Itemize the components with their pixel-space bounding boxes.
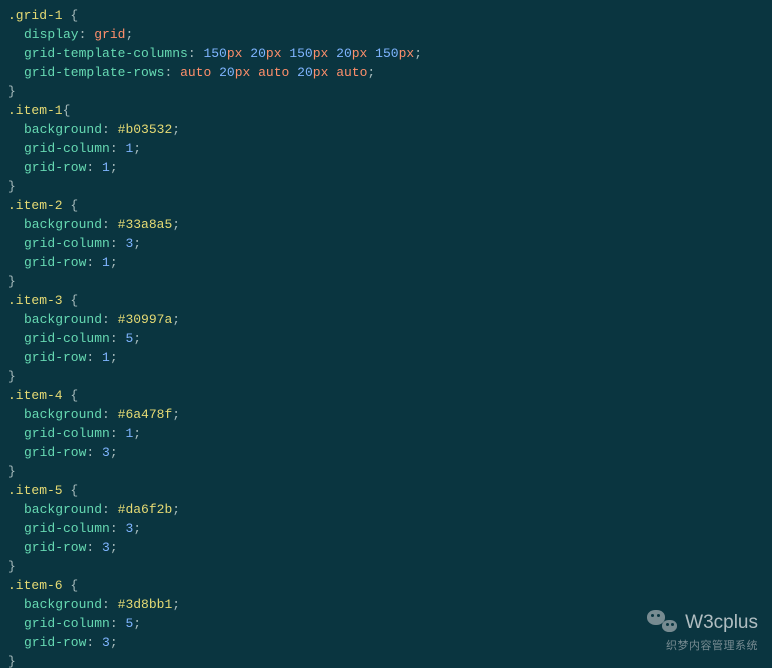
css-code-block: .grid-1 { display: grid; grid-template-c… (0, 0, 772, 668)
